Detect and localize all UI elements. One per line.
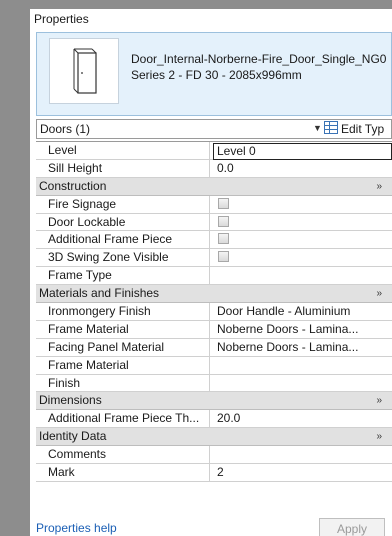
property-name: Frame Type <box>36 267 210 285</box>
collapse-chevron-icon[interactable]: » <box>376 392 382 409</box>
properties-grid: Level Level 0 Sill Height 0.0 Constructi… <box>36 141 392 482</box>
door-thumbnail-icon <box>49 38 119 104</box>
property-row-frame-type[interactable]: Frame Type <box>36 267 392 286</box>
group-label: Dimensions <box>39 393 102 408</box>
property-value-field[interactable]: 2 <box>214 464 392 481</box>
property-row-additional-frame-piece[interactable]: Additional Frame Piece <box>36 231 392 250</box>
group-label: Identity Data <box>39 429 107 444</box>
group-label: Construction <box>39 178 107 193</box>
checkbox[interactable] <box>218 215 229 227</box>
panel-title: Properties <box>30 9 392 29</box>
properties-help-link[interactable]: Properties help <box>36 521 117 535</box>
edit-type-label: Edit Typ <box>341 122 385 136</box>
instance-filter-dropdown[interactable]: Doors (1) ▼ Edit Typ <box>36 119 392 139</box>
property-value-field[interactable]: 0.0 <box>214 160 392 177</box>
property-name: Facing Panel Material <box>36 338 210 356</box>
type-name: Door_Internal-Norberne-Fire_Door_Single_… <box>131 51 392 83</box>
group-header-identity-data[interactable]: Identity Data » <box>36 428 392 447</box>
property-row-sill-height[interactable]: Sill Height 0.0 <box>36 159 392 178</box>
checkbox[interactable] <box>218 233 229 245</box>
instance-filter-value: Doors (1) <box>40 122 91 136</box>
property-name: Additional Frame Piece <box>36 231 210 249</box>
apply-button[interactable]: Apply <box>319 518 385 536</box>
property-row-finish[interactable]: Finish <box>36 374 392 393</box>
property-value-field[interactable]: 20.0 <box>214 410 392 427</box>
property-row-door-lockable[interactable]: Door Lockable <box>36 213 392 232</box>
property-name: Door Lockable <box>36 213 210 231</box>
collapse-chevron-icon[interactable]: » <box>376 178 382 195</box>
properties-panel: Properties Door_Internal-Norberne-Fire_D… <box>30 9 392 536</box>
property-name: 3D Swing Zone Visible <box>36 249 210 267</box>
property-value-field[interactable]: Door Handle - Aluminium <box>214 303 392 320</box>
group-label: Materials and Finishes <box>39 286 160 301</box>
checkbox[interactable] <box>218 197 229 209</box>
collapse-chevron-icon[interactable]: » <box>376 285 382 302</box>
property-value-field[interactable] <box>214 267 392 284</box>
property-name: Sill Height <box>36 159 210 177</box>
type-selector[interactable]: Door_Internal-Norberne-Fire_Door_Single_… <box>36 32 392 116</box>
property-row-fire-signage[interactable]: Fire Signage <box>36 195 392 214</box>
property-row-frame-piece-thickness[interactable]: Additional Frame Piece Th... 20.0 <box>36 410 392 429</box>
property-value-field[interactable]: Noberne Doors - Lamina... <box>214 321 392 338</box>
checkbox[interactable] <box>218 251 229 263</box>
collapse-chevron-icon[interactable]: » <box>376 428 382 445</box>
property-name: Finish <box>36 374 210 392</box>
property-name: Level <box>36 142 210 159</box>
property-value-field[interactable] <box>214 357 392 374</box>
property-value-field[interactable]: Level 0 <box>213 143 392 160</box>
property-row-comments[interactable]: Comments <box>36 446 392 465</box>
property-value-field[interactable] <box>214 375 392 392</box>
property-name: Frame Material <box>36 320 210 338</box>
property-row-facing-panel-material[interactable]: Facing Panel Material Noberne Doors - La… <box>36 338 392 357</box>
dropdown-arrow-icon[interactable]: ▼ <box>313 123 322 133</box>
group-header-dimensions[interactable]: Dimensions » <box>36 392 392 411</box>
group-header-materials[interactable]: Materials and Finishes » <box>36 285 392 304</box>
property-name: Ironmongery Finish <box>36 303 210 320</box>
property-name: Fire Signage <box>36 195 210 213</box>
edit-type-icon <box>324 120 338 139</box>
property-value-field[interactable] <box>214 446 392 463</box>
edit-type-button[interactable]: Edit Typ <box>324 120 392 138</box>
property-value-field[interactable]: Noberne Doors - Lamina... <box>214 339 392 356</box>
property-name: Additional Frame Piece Th... <box>36 410 210 428</box>
type-name-line2: Series 2 - FD 30 - 2085x996mm <box>131 68 302 82</box>
property-name: Frame Material <box>36 356 210 374</box>
property-row-frame-material-2[interactable]: Frame Material <box>36 356 392 375</box>
panel-footer: Properties help Apply <box>36 518 392 536</box>
property-row-frame-material[interactable]: Frame Material Noberne Doors - Lamina... <box>36 320 392 339</box>
property-name: Mark <box>36 464 210 481</box>
type-name-line1: Door_Internal-Norberne-Fire_Door_Single_… <box>131 52 387 66</box>
property-row-3d-swing-zone[interactable]: 3D Swing Zone Visible <box>36 249 392 268</box>
property-name: Comments <box>36 446 210 464</box>
property-row-mark[interactable]: Mark 2 <box>36 464 392 482</box>
group-header-construction[interactable]: Construction » <box>36 177 392 196</box>
property-row-ironmongery-finish[interactable]: Ironmongery Finish Door Handle - Alumini… <box>36 303 392 321</box>
property-row-level[interactable]: Level Level 0 <box>36 142 392 160</box>
